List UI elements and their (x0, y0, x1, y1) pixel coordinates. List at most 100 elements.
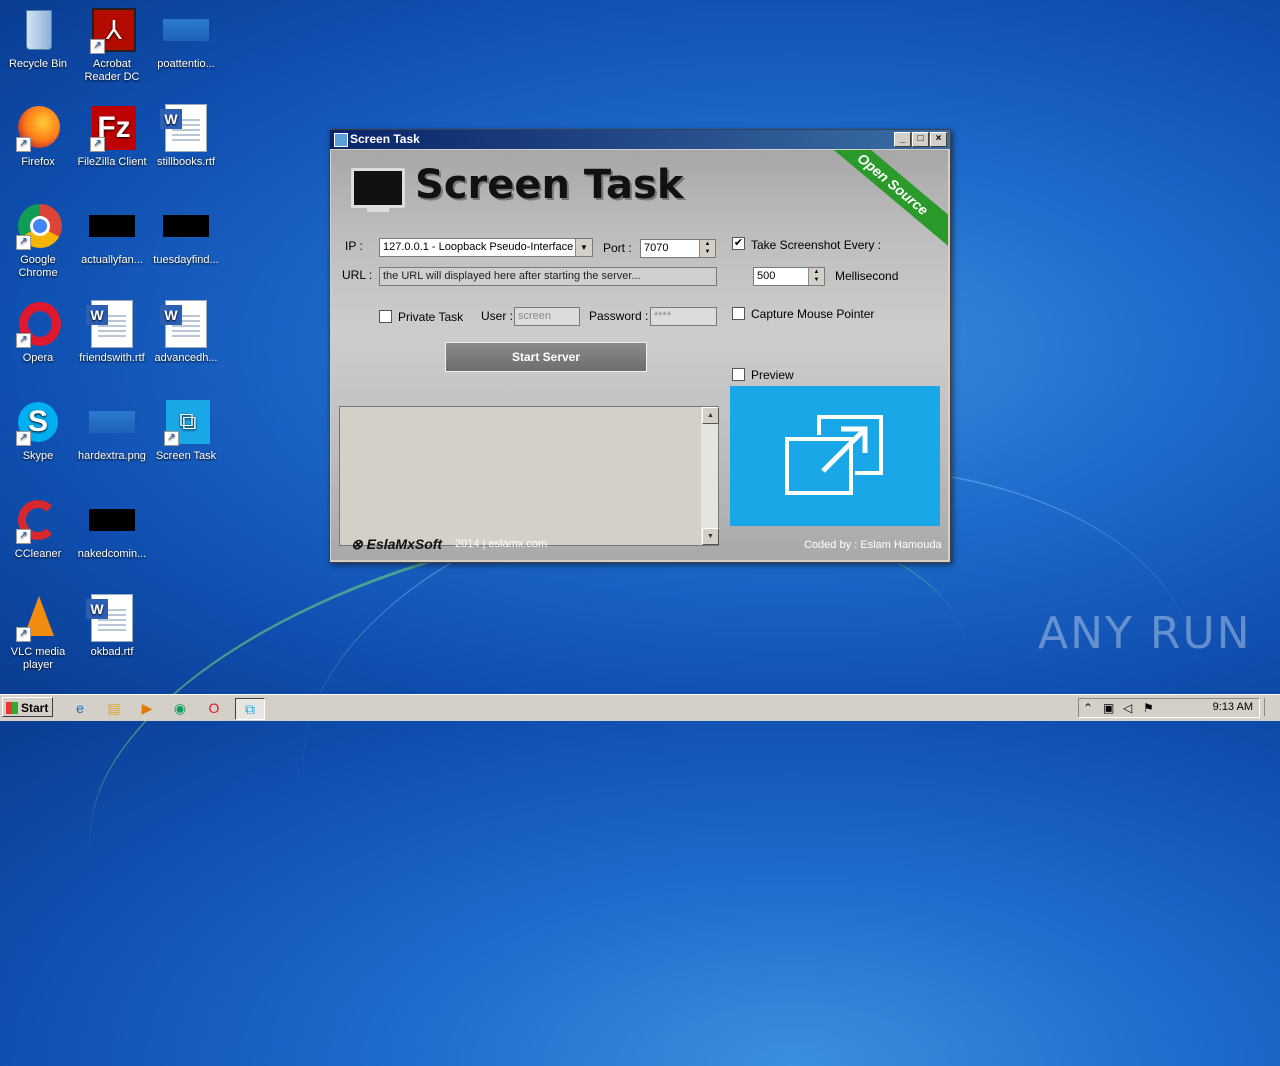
volume-icon[interactable]: ◁ (1123, 701, 1132, 715)
desktop-icon-nakedcomin[interactable]: nakedcomin... (74, 496, 150, 561)
icon-label: Skype (22, 450, 54, 462)
desktop-icon-hardextra[interactable]: hardextra.png (74, 398, 150, 463)
icon-label: advancedh... (154, 352, 218, 364)
user-input[interactable]: screen (514, 307, 580, 326)
media-player-icon[interactable]: ▶ (137, 698, 157, 718)
preview-label: Preview (751, 368, 794, 382)
url-label: URL : (342, 268, 373, 282)
explorer-icon[interactable]: ▤ (104, 698, 124, 718)
opera-icon: ↗ (14, 300, 62, 348)
chevron-down-icon[interactable]: ▼ (575, 239, 592, 256)
chevron-up-icon[interactable]: ⌃ (1083, 701, 1093, 715)
flag-icon[interactable]: ⚑ (1143, 701, 1154, 715)
desktop-icon-acrobat[interactable]: ⅄ ↗ Acrobat Reader DC (74, 6, 150, 84)
word-doc-icon: W (86, 594, 133, 642)
filezilla-icon: Fz ↗ (88, 104, 136, 152)
icon-label: Firefox (21, 156, 55, 168)
desktop-icon-filezilla[interactable]: Fz ↗ FileZilla Client (74, 104, 150, 169)
show-desktop-button[interactable] (1264, 698, 1277, 716)
port-spinner[interactable]: ▲ ▼ (699, 240, 715, 257)
desktop-icon-poattentio[interactable]: poattentio... (148, 6, 224, 71)
interval-value: 500 (757, 270, 776, 282)
icon-label: CCleaner (14, 548, 62, 560)
icon-label: Google Chrome (18, 254, 58, 279)
desktop-icon-screen-task[interactable]: ⧉ ↗ Screen Task (148, 398, 224, 463)
skype-icon: S ↗ (14, 398, 62, 446)
log-textarea[interactable]: ▲ ▼ (339, 406, 719, 546)
desktop-icon-chrome[interactable]: ↗ Google Chrome (0, 202, 76, 280)
footer-year[interactable]: 2014 | eslamx.com (455, 538, 547, 550)
chrome-taskbar-icon[interactable]: ◉ (170, 698, 190, 718)
take-screenshot-checkbox[interactable]: ✔ (732, 237, 745, 250)
icon-label: tuesdayfind... (153, 254, 219, 266)
scroll-up-icon[interactable]: ▲ (702, 407, 719, 424)
window-client: Open Source Screen Task IP : 127.0.0.1 -… (331, 150, 948, 560)
ip-select[interactable]: 127.0.0.1 - Loopback Pseudo-Interface 1 … (379, 238, 593, 257)
ip-label: IP : (345, 239, 363, 253)
taskbar: Start e ▤ ▶ ◉ O ⧉ ⌃ ▣ ◁ ⚑ 9:13 AM (0, 694, 1280, 721)
maximize-button[interactable]: □ (912, 132, 929, 147)
start-label: Start (21, 701, 49, 715)
anyrun-watermark: ANY RUN (1038, 608, 1252, 659)
clock[interactable]: 9:13 AM (1213, 701, 1253, 713)
app-title: Screen Task (415, 162, 684, 208)
network-icon[interactable]: ▣ (1103, 701, 1114, 715)
desktop-icon-ccleaner[interactable]: ↗ CCleaner (0, 496, 76, 561)
file-icon (163, 19, 209, 41)
ie-icon[interactable]: e (70, 698, 90, 718)
minimize-button[interactable]: _ (894, 132, 911, 147)
preview-checkbox[interactable] (732, 368, 745, 381)
interval-spinner[interactable]: ▲ ▼ (808, 268, 824, 285)
icon-label: nakedcomin... (77, 548, 147, 560)
window-titlebar[interactable]: Screen Task _ □ × (330, 130, 950, 149)
desktop-icon-opera[interactable]: ↗ Opera (0, 300, 76, 365)
icon-label: actuallyfan... (81, 254, 143, 266)
firefox-icon: ↗ (14, 104, 62, 152)
vlc-icon: ↗ (14, 594, 62, 642)
desktop-icon-vlc[interactable]: ↗ VLC media player (0, 594, 76, 672)
desktop-icon-recycle-bin[interactable]: Recycle Bin (0, 6, 76, 71)
icon-label: FileZilla Client (77, 156, 147, 168)
password-input[interactable]: **** (650, 307, 717, 326)
file-icon (89, 215, 135, 237)
scroll-down-icon[interactable]: ▼ (702, 528, 719, 545)
icon-label: poattentio... (157, 58, 215, 70)
port-value: 7070 (644, 242, 669, 254)
desktop-icon-okbad[interactable]: W okbad.rtf (74, 594, 150, 659)
screen-task-window: Screen Task _ □ × Open Source Screen Tas… (329, 129, 951, 563)
icon-label: friendswith.rtf (79, 352, 145, 364)
desktop-icon-actuallyfan[interactable]: actuallyfan... (74, 202, 150, 267)
file-icon (89, 509, 135, 531)
desktop-icon-tuesdayfind[interactable]: tuesdayfind... (148, 202, 224, 267)
screen-share-icon (785, 415, 883, 495)
desktop-icon-advancedh[interactable]: W advancedh... (148, 300, 224, 365)
desktop-icon-skype[interactable]: S ↗ Skype (0, 398, 76, 463)
desktop-icon-firefox[interactable]: ↗ Firefox (0, 104, 76, 169)
monitor-icon (351, 168, 405, 208)
desktop-icon-stillbooks[interactable]: W stillbooks.rtf (148, 104, 224, 169)
ccleaner-icon: ↗ (14, 496, 62, 544)
close-button[interactable]: × (930, 132, 947, 147)
footer-logo-text: EslaMxSoft (366, 536, 443, 552)
icon-label: Opera (22, 352, 54, 364)
recycle-bin-icon (14, 6, 62, 54)
ip-select-value: 127.0.0.1 - Loopback Pseudo-Interface 1 (383, 241, 583, 253)
file-icon (163, 215, 209, 237)
start-server-button[interactable]: Start Server (445, 342, 647, 372)
private-task-label: Private Task (398, 310, 464, 324)
icon-label: stillbooks.rtf (156, 156, 216, 168)
desktop-icon-friendswith[interactable]: W friendswith.rtf (74, 300, 150, 365)
opera-taskbar-icon[interactable]: O (204, 698, 224, 718)
log-scrollbar[interactable]: ▲ ▼ (701, 407, 719, 545)
icon-label: hardextra.png (78, 450, 146, 462)
url-field[interactable]: the URL will displayed here after starti… (379, 267, 717, 286)
private-task-checkbox[interactable] (379, 310, 392, 323)
image-icon (89, 411, 135, 433)
capture-mouse-label: Capture Mouse Pointer (751, 307, 875, 321)
interval-input[interactable]: 500 ▲ ▼ (753, 267, 825, 286)
start-button[interactable]: Start (2, 697, 53, 717)
port-input[interactable]: 7070 ▲ ▼ (640, 239, 716, 258)
screen-task-taskbar-icon[interactable]: ⧉ (235, 698, 265, 720)
capture-mouse-checkbox[interactable] (732, 307, 745, 320)
icon-label: VLC media player (10, 646, 66, 671)
